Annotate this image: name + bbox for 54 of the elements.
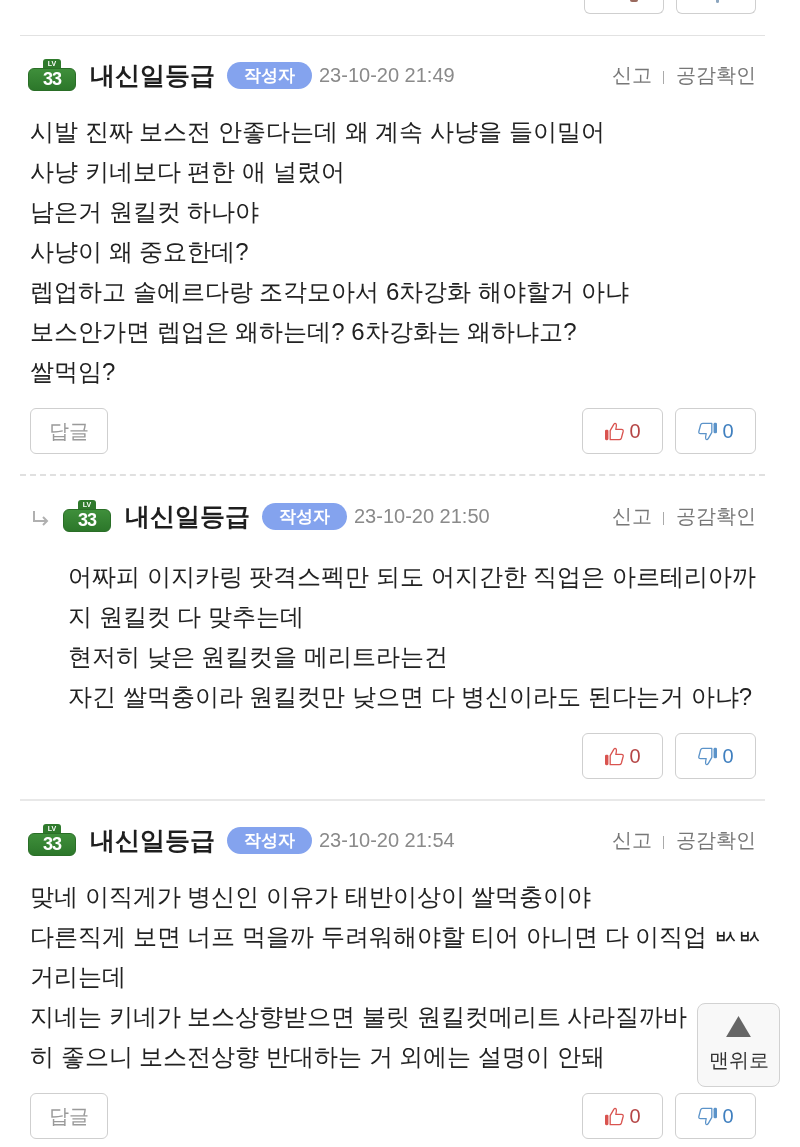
level-number: 33 [28, 68, 76, 91]
comment-time: 23-10-20 21:50 [354, 504, 490, 528]
comment-text: 남은거 원킬컷 하나야 [30, 197, 260, 227]
comment-text: 현저히 낮은 원킬컷을 메리트라는건 [68, 642, 448, 672]
reply-arrow-icon [32, 510, 50, 526]
comment-time: 23-10-20 21:54 [319, 828, 455, 852]
reply-button[interactable]: 답글 [30, 408, 108, 454]
dislike-button[interactable] [676, 0, 756, 14]
author-badge: 작성자 [262, 502, 347, 530]
thumbs-up-icon [604, 1106, 626, 1126]
comment-text: 어짜피 이지카링 팟격스펙만 되도 어지간한 직업은 아르테리아까 [68, 562, 756, 592]
cut-off-icon [716, 0, 719, 3]
scroll-to-top-button[interactable]: 맨위로 [697, 1003, 780, 1087]
level-number: 33 [28, 833, 76, 856]
like-button[interactable] [584, 0, 664, 14]
like-button[interactable]: 0 [582, 408, 663, 454]
report-link[interactable]: 신고 [612, 826, 652, 854]
author-name: 내신일등급 [90, 59, 215, 91]
up-triangle-icon [726, 1016, 751, 1037]
like-button[interactable]: 0 [582, 1093, 663, 1139]
thumbs-down-icon [697, 1106, 719, 1126]
thumbs-down-icon [697, 421, 719, 441]
comment-text: 거리는데 [30, 962, 126, 992]
thumbs-up-icon [604, 421, 626, 441]
comment-text: 보스안가면 렙업은 왜하는데? 6차강화는 왜하냐고? [30, 317, 577, 347]
like-button[interactable]: 0 [582, 733, 663, 779]
comment-text: 맞네 이직게가 병신인 이유가 태반이상이 쌀먹충이야 [30, 882, 592, 912]
comment-text: 지 원킬컷 다 맞추는데 [68, 602, 304, 632]
comment-text: 히 좋으니 보스전상향 반대하는 거 외에는 설명이 안돼 [30, 1042, 605, 1072]
comment-text: 다른직게 보면 너프 먹을까 두려워해야할 티어 아니면 다 이직업 ㅄㅄ [30, 922, 762, 952]
comment-time: 23-10-20 21:49 [319, 63, 455, 87]
likes-check-link[interactable]: 공감확인 [676, 502, 756, 530]
comment-text: 자긴 쌀먹충이라 원킬컷만 낮으면 다 병신이라도 된다는거 아냐? [68, 682, 753, 712]
author-badge: 작성자 [227, 826, 312, 854]
likes-check-link[interactable]: 공감확인 [676, 61, 756, 89]
level-number: 33 [63, 509, 111, 532]
reply-button[interactable]: 답글 [30, 1093, 108, 1139]
comment-text: 지네는 키네가 보스상향받으면 불릿 원킬컷메리트 사라질까바 [30, 1002, 688, 1032]
comment-text: 쌀먹임? [30, 357, 116, 387]
dislike-button[interactable]: 0 [675, 408, 756, 454]
comment-text: 사냥이 왜 중요한데? [30, 237, 249, 267]
thumbs-up-icon [604, 746, 626, 766]
likes-check-link[interactable]: 공감확인 [676, 826, 756, 854]
report-link[interactable]: 신고 [612, 502, 652, 530]
author-name: 내신일등급 [125, 500, 250, 532]
dislike-button[interactable]: 0 [675, 733, 756, 779]
author-badge: 작성자 [227, 61, 312, 89]
dislike-button[interactable]: 0 [675, 1093, 756, 1139]
author-name: 내신일등급 [90, 824, 215, 856]
comment-text: 사냥 키네보다 편한 애 널렸어 [30, 157, 345, 187]
comment-text: 시발 진짜 보스전 안좋다는데 왜 계속 사냥을 들이밀어 [30, 117, 605, 147]
comment-text: 렙업하고 솔에르다랑 조각모아서 6차강화 해야할거 아냐 [30, 277, 629, 307]
report-link[interactable]: 신고 [612, 61, 652, 89]
thumbs-down-icon [697, 746, 719, 766]
